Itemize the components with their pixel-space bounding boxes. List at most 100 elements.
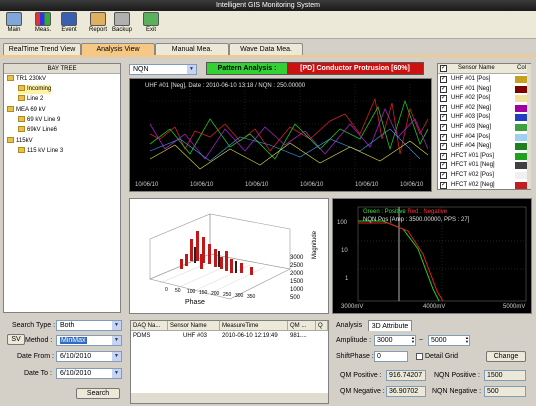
x-tick: 3000mV (341, 304, 364, 310)
sensor-row[interactable]: ✓ UHF #04 [Neg] (438, 142, 530, 151)
chevron-down-icon: ▼ (112, 321, 121, 330)
sensor-row[interactable]: ✓ UHF #04 [Pos] (438, 133, 530, 142)
sensor-list-scrollbar[interactable] (527, 64, 531, 189)
sensor-checkbox[interactable]: ✓ (440, 104, 447, 112)
sensor-row[interactable]: ✓ HFCT #02 [Neg] (438, 181, 530, 189)
sensor-checkbox[interactable]: ✓ (440, 133, 447, 141)
tab-realtime-trend[interactable]: RealTime Trend View (3, 43, 81, 55)
sensor-list: ✓ Sensor Name Col ✓ UHF #01 [Pos] ✓ UHF #01… (437, 63, 531, 190)
tab-manual-mea[interactable]: Manual Mea. (155, 43, 229, 55)
tree-node[interactable]: TR1 230kV (7, 75, 46, 84)
sensor-checkbox[interactable]: ✓ (440, 85, 447, 93)
column-header[interactable]: MeasureTime (220, 321, 288, 331)
y-tick: 2000 (290, 271, 304, 277)
trend-x-axis: 10/06/10 10/06/10 10/06/10 10/06/10 10/0… (130, 182, 431, 191)
sensor-row[interactable]: ✓ UHF #01 [Pos] (438, 75, 530, 84)
tab-analysis-view[interactable]: Analysis View (81, 43, 155, 55)
folder-icon (18, 126, 25, 133)
tree-node[interactable]: Incoming (18, 85, 52, 94)
method-label: Method : (25, 337, 53, 344)
sensor-row[interactable]: ✓ UHF #02 [Neg] (438, 104, 530, 113)
tree-node[interactable]: 115 kV Line 3 (18, 147, 63, 156)
sensor-checkbox[interactable]: ✓ (440, 124, 447, 131)
sensor-checkbox[interactable]: ✓ (440, 152, 447, 160)
main-button[interactable]: Main (3, 12, 25, 38)
sensor-name: HFCT #02 [Neg] (451, 181, 495, 188)
nqn-info: NQN Pos [Amp : 3500.00000, PPS : 27] (363, 217, 470, 223)
backup-label: Backup (111, 27, 132, 33)
method-select[interactable]: MinMax ▼ (56, 335, 122, 346)
home-icon (6, 12, 22, 26)
legend-positive: Green : Positive (363, 209, 406, 215)
sensor-row[interactable]: ✓ HFCT #01 [Pos] (438, 152, 530, 161)
sensor-row[interactable]: ✓ UHF #02 [Pos] (438, 94, 530, 103)
pattern-analysis-label: Pattern Analysis : (207, 63, 287, 74)
column-header[interactable]: Q (316, 321, 328, 331)
meas-button[interactable]: Meas. (32, 12, 54, 38)
sv-button[interactable]: SV (7, 334, 25, 345)
x-tick: 10/06/10 (135, 182, 159, 188)
sensor-checkbox[interactable]: ✓ (440, 143, 447, 151)
folder-icon (18, 95, 25, 102)
column-header[interactable]: Sensor Name (168, 321, 220, 331)
sensor-checkbox[interactable]: ✓ (440, 162, 447, 170)
sensor-checkbox[interactable]: ✓ (440, 114, 447, 122)
method-value: MinMax (60, 337, 87, 344)
sensor-name: UHF #01 [Neg] (451, 85, 492, 92)
pattern-analysis-result: [PD] Conductor Protrusion [60%] (300, 65, 410, 72)
exit-button[interactable]: Exit (140, 12, 162, 38)
shift-phase-input[interactable]: 0 (374, 351, 408, 362)
sensor-checkbox[interactable]: ✓ (440, 181, 447, 189)
sensor-select[interactable]: NQN ▼ (129, 64, 197, 75)
sensor-row[interactable]: ✓ HFCT #01 [Neg] (438, 161, 530, 170)
bay-tree-header: BAY TREE (4, 64, 120, 74)
sensor-name: UHF #01 [Pos] (451, 76, 491, 82)
prpd-3d-chart: 3000 2500 2000 1500 1000 500 0 50 100 15… (129, 198, 329, 314)
spin-icon[interactable]: ▲ ▼ (410, 336, 416, 345)
search-type-select[interactable]: Both ▼ (56, 320, 122, 331)
sensor-row[interactable]: ✓ UHF #03 [Neg] (438, 123, 530, 132)
y-tick: 3000 (290, 255, 304, 261)
table-horizontal-scrollbar[interactable] (131, 393, 328, 403)
tab-wave-data-mea[interactable]: Wave Data Mea. (229, 43, 303, 55)
report-button[interactable]: Report (87, 12, 109, 38)
y-tick: 10 (341, 248, 348, 254)
sensor-row[interactable]: ✓ UHF #01 [Neg] (438, 85, 530, 94)
tree-node[interactable]: 115kV (7, 137, 33, 146)
meas-label: Meas. (34, 27, 52, 33)
date-to-value: 6/10/2010 (60, 370, 92, 377)
x-tick: 10/06/10 (245, 182, 269, 188)
event-button[interactable]: Event (58, 12, 80, 38)
sensor-checkbox[interactable]: ✓ (440, 76, 447, 83)
detail-grid-checkbox[interactable] (416, 353, 423, 360)
tree-node[interactable]: 69kV Line6 (18, 126, 57, 135)
date-from-picker[interactable]: 6/10/2010 ▼ (56, 351, 122, 362)
tree-node[interactable]: Line 2 (18, 95, 43, 104)
column-header[interactable]: QM ... (288, 321, 316, 331)
tree-node-label: 115kV (16, 138, 33, 144)
tree-node[interactable]: 69 kV Line 9 (18, 116, 60, 125)
sensor-checkbox[interactable]: ✓ (440, 95, 447, 103)
backup-button[interactable]: Backup (111, 12, 133, 38)
event-icon (61, 12, 77, 26)
chevron-down-icon: ▼ (112, 352, 121, 361)
sensor-checkbox[interactable]: ✓ (440, 172, 447, 179)
change-button[interactable]: Change (486, 351, 526, 362)
qm-positive-value: 916.74207 (386, 370, 426, 381)
trend-chart: UHF #01 [Neg], Date : 2010-06-10 13:18 /… (129, 78, 432, 192)
date-to-picker[interactable]: 6/10/2010 ▼ (56, 368, 122, 379)
tab-analysis[interactable]: Analysis (336, 322, 362, 329)
tab-3d-attribute[interactable]: 3D Attribute (368, 320, 412, 331)
color-header: Col (517, 65, 527, 71)
tree-node[interactable]: MEA 69 kV (7, 106, 46, 115)
column-header[interactable]: DAQ Na... (131, 321, 168, 331)
sensor-row[interactable]: ✓ HFCT #02 [Pos] (438, 171, 530, 180)
select-all-checkbox[interactable]: ✓ (440, 65, 447, 72)
tree-node-label: MEA 69 kV (16, 107, 46, 113)
sensor-row[interactable]: ✓ UHF #03 [Pos] (438, 113, 530, 122)
spin-icon[interactable]: ▲ ▼ (464, 336, 470, 345)
attribute-panel: Analysis 3D Attribute Amplitude : 3000 ▲… (334, 320, 532, 404)
table-cell: 2010-06-10 12:19:49 (222, 333, 278, 339)
search-button[interactable]: Search (76, 388, 120, 399)
table-cell: PDMS (133, 333, 151, 339)
